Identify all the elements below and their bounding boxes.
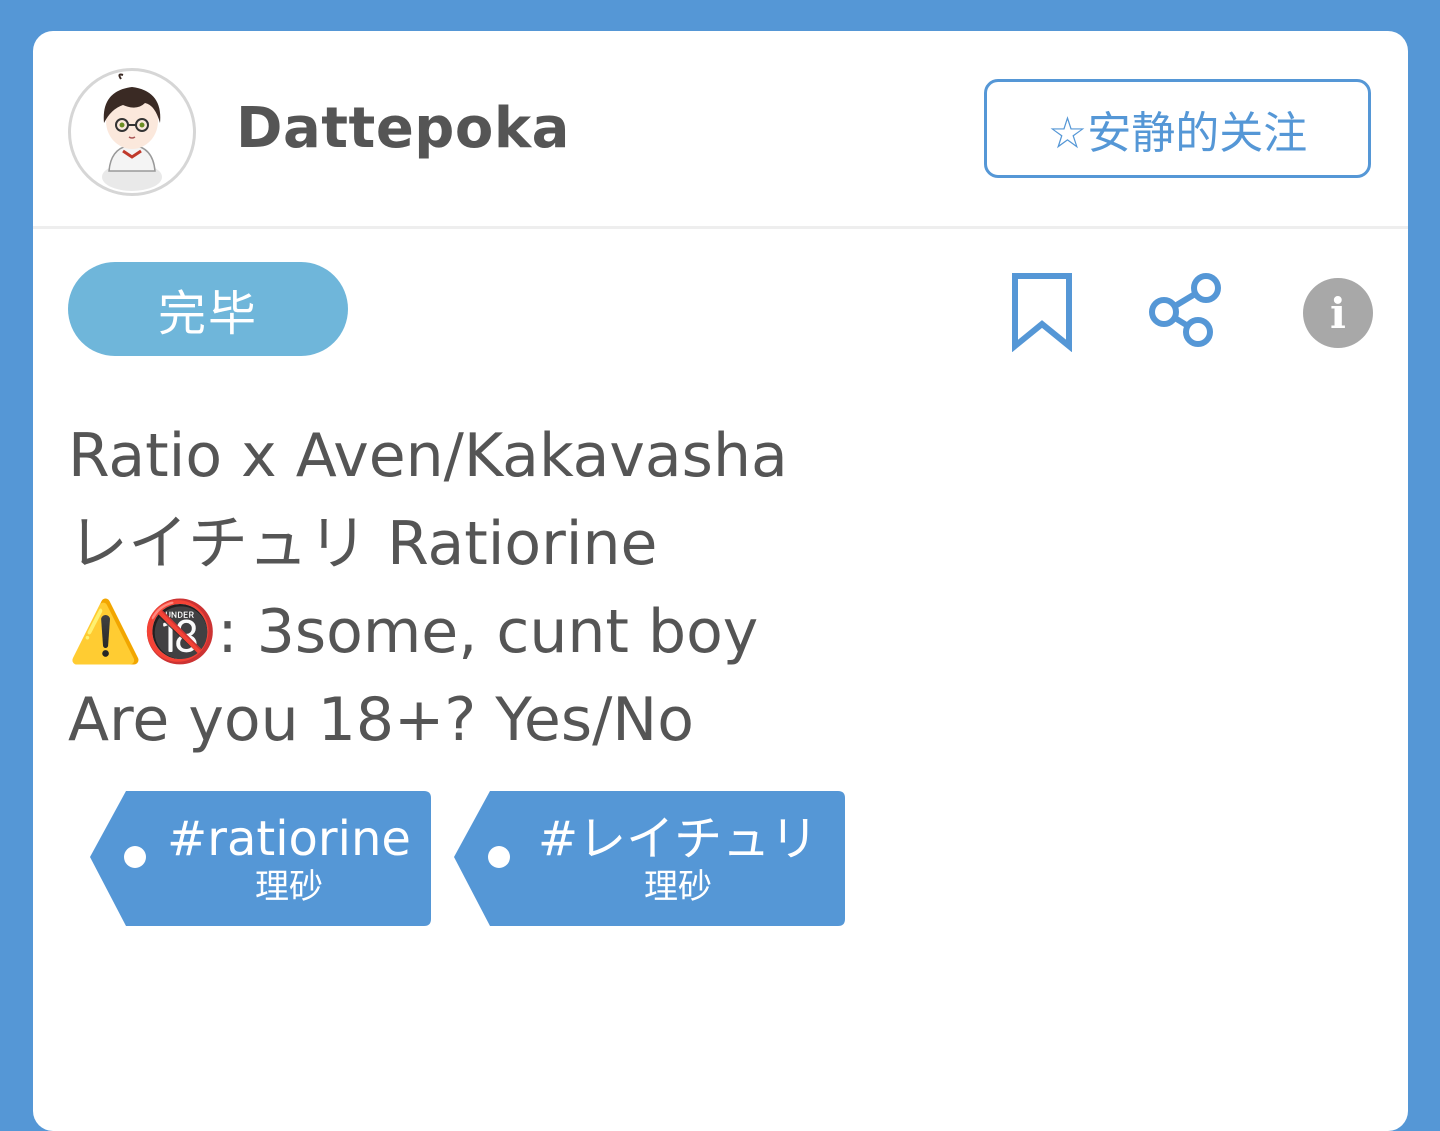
- post-description: Ratio x Aven/Kakavasha レイチュリ Ratiorine ⚠…: [68, 412, 788, 764]
- info-icon[interactable]: i: [1303, 278, 1373, 348]
- share-icon[interactable]: [1148, 272, 1224, 348]
- description-line: Are you 18+? Yes/No: [68, 685, 694, 755]
- description-line: レイチュリ Ratiorine: [68, 509, 658, 579]
- description-line: Ratio x Aven/Kakavasha: [68, 421, 788, 491]
- follow-button[interactable]: ☆安静的关注: [984, 79, 1371, 178]
- header-divider: [33, 226, 1408, 229]
- tag-ratiorine[interactable]: #ratiorine 理砂: [88, 789, 432, 927]
- tag-label: #レイチュリ: [537, 811, 819, 867]
- user-avatar[interactable]: [68, 68, 196, 196]
- tag-sublabel: 理砂: [644, 867, 712, 907]
- tag-sublabel: 理砂: [255, 867, 323, 907]
- description-line: ⚠️🔞: 3some, cunt boy: [68, 597, 759, 667]
- bookmark-icon[interactable]: [1011, 272, 1073, 353]
- tag-reichuri[interactable]: #レイチュリ 理砂: [452, 789, 846, 927]
- username[interactable]: Dattepoka: [236, 96, 570, 161]
- status-badge: 完毕: [68, 262, 348, 356]
- tag-label: #ratiorine: [167, 811, 411, 867]
